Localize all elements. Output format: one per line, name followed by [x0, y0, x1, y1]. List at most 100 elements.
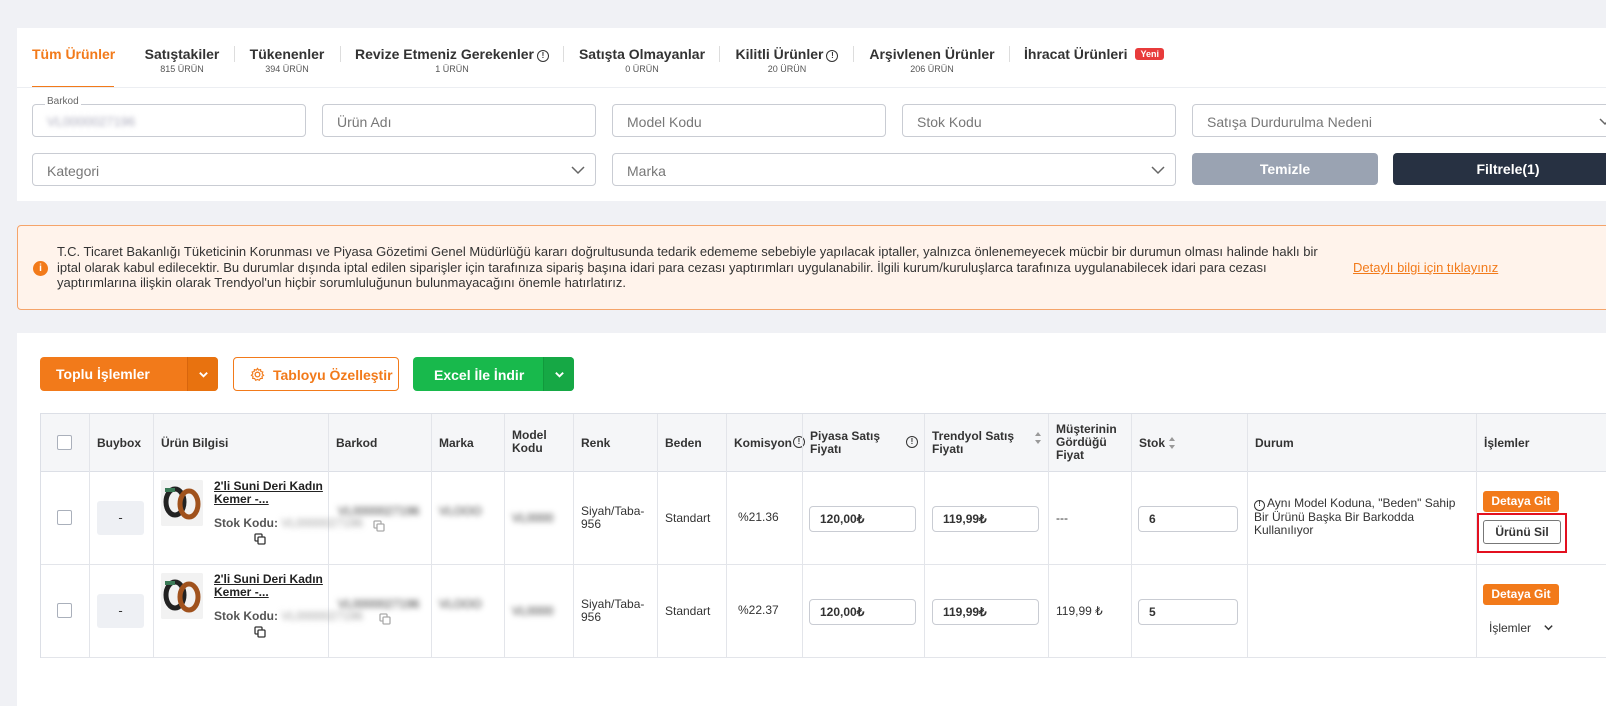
col-barcode: Barkod: [336, 436, 378, 450]
tab-locked[interactable]: Kilitli Ürünler! 20 ÜRÜN: [734, 28, 840, 88]
tab-out-of-stock[interactable]: Tükenenler 394 ÜRÜN: [247, 28, 327, 88]
col-customer-price: Müşterinin Gördüğü Fiyat: [1056, 422, 1117, 462]
details-link[interactable]: Detaylı bilgi için tıklayınız: [1353, 260, 1498, 275]
stock-input[interactable]: 6: [1138, 506, 1238, 532]
product-thumbnail[interactable]: [161, 573, 203, 619]
tab-archived[interactable]: Arşivlenen Ürünler 206 ÜRÜN: [868, 28, 996, 88]
chevron-down-icon: [1599, 118, 1606, 126]
col-actions: İşlemler: [1484, 436, 1530, 450]
gear-icon: [250, 367, 265, 382]
sort-icon[interactable]: [1034, 430, 1042, 446]
go-to-detail-button[interactable]: Detaya Git: [1483, 584, 1559, 605]
barcode-label: Barkod: [45, 96, 81, 107]
tab-label: Kilitli Ürünler: [735, 46, 824, 62]
info-icon: i: [33, 261, 48, 276]
model-code-field[interactable]: Model Kodu: [612, 104, 886, 137]
barcode-value: VL0000027196: [338, 504, 420, 518]
model-value: VL0000: [512, 511, 554, 525]
market-price-input[interactable]: 120,00₺: [809, 506, 916, 532]
select-all-checkbox[interactable]: [57, 435, 72, 450]
market-price-input[interactable]: 120,00₺: [809, 599, 916, 625]
size-value: Standart: [665, 604, 711, 618]
excel-dropdown[interactable]: [543, 357, 574, 391]
warning-banner: i T.C. Ticaret Bakanlığı Tüketicinin Kor…: [17, 225, 1606, 310]
delete-product-button[interactable]: Ürünü Sil: [1483, 520, 1561, 544]
stop-reason-select[interactable]: Satışa Durdurulma Nedeni: [1192, 104, 1606, 137]
col-brand: Marka: [439, 436, 474, 450]
product-name-link[interactable]: 2'li Suni Deri Kadın Kemer -...: [214, 573, 324, 599]
go-to-detail-button[interactable]: Detaya Git: [1483, 491, 1559, 512]
row-checkbox[interactable]: [57, 603, 72, 618]
buybox-value: -: [97, 594, 144, 628]
tab-revise[interactable]: Revize Etmeniz Gerekenler! 1 ÜRÜN: [354, 28, 550, 88]
tab-label: Tükenenler: [249, 46, 325, 62]
tab-on-sale[interactable]: Satıştakiler 815 ÜRÜN: [141, 28, 223, 88]
tab-count: 394 ÜRÜN: [265, 64, 309, 74]
col-market-price: Piyasa Satış Fiyatı: [810, 429, 881, 456]
col-size: Beden: [665, 436, 702, 450]
products-table-panel: Toplu İşlemler Tabloyu Özelleştir Excel …: [17, 333, 1606, 706]
stock-input[interactable]: 5: [1138, 599, 1238, 625]
chevron-down-icon: [199, 372, 208, 378]
color-value: Siyah/Taba-956: [581, 597, 645, 624]
table-row: - 2'li Suni Deri Kadın Kemer -... Stok K…: [41, 565, 1606, 658]
col-status: Durum: [1255, 436, 1294, 450]
product-name-field[interactable]: Ürün Adı: [322, 104, 596, 137]
row-checkbox[interactable]: [57, 510, 72, 525]
bulk-actions-dropdown[interactable]: [187, 357, 218, 391]
tab-all-products[interactable]: Tüm Ürünler: [32, 28, 115, 88]
stock-code: Stok Kodu: VL0000027196: [214, 516, 363, 530]
tab-export[interactable]: İhracat Ürünleri Yeni: [1024, 28, 1174, 88]
commission-value: %21.36: [738, 510, 779, 524]
category-select[interactable]: Kategori: [32, 153, 596, 186]
status-text: ! Aynı Model Koduna, "Beden" Sahip Bir Ür…: [1254, 496, 1456, 537]
info-icon: !: [826, 50, 839, 62]
copy-icon[interactable]: [373, 520, 385, 532]
customer-price-value: ---: [1056, 511, 1068, 525]
filter-panel: Tüm Ürünler Satıştakiler 815 ÜRÜN Tükene…: [17, 28, 1606, 201]
info-icon: !: [906, 436, 918, 448]
buybox-value: -: [97, 501, 144, 535]
chevron-down-icon: [1544, 625, 1554, 631]
copy-icon[interactable]: [254, 626, 266, 638]
tab-count: 815 ÜRÜN: [160, 64, 204, 74]
filter-button[interactable]: Filtrele(1): [1393, 153, 1606, 185]
clear-button[interactable]: Temizle: [1192, 153, 1378, 185]
product-tabs: Tüm Ürünler Satıştakiler 815 ÜRÜN Tükene…: [17, 28, 1606, 88]
trendyol-price-input[interactable]: 119,99₺: [932, 599, 1039, 625]
copy-icon[interactable]: [379, 613, 391, 625]
col-buybox: Buybox: [97, 436, 142, 450]
brand-select[interactable]: Marka: [612, 153, 1176, 186]
copy-icon[interactable]: [254, 533, 266, 545]
barcode-field[interactable]: Barkod VL0000027196: [32, 96, 306, 137]
size-value: Standart: [665, 511, 711, 525]
tab-label: Arşivlenen Ürünler: [869, 46, 995, 62]
barcode-value: VL0000027196: [47, 114, 136, 129]
stock-code-field[interactable]: Stok Kodu: [902, 104, 1176, 137]
tab-label: Revize Etmeniz Gerekenler: [355, 46, 534, 62]
tab-not-on-sale[interactable]: Satışta Olmayanlar 0 ÜRÜN: [578, 28, 706, 88]
chevron-down-icon: [555, 372, 564, 378]
brand-value: VLOOO: [439, 597, 482, 611]
info-icon: !: [536, 50, 549, 62]
sort-icon[interactable]: [1168, 435, 1176, 451]
operations-dropdown[interactable]: İşlemler: [1489, 621, 1554, 635]
col-product-info: Ürün Bilgisi: [161, 436, 229, 450]
excel-download-button[interactable]: Excel İle İndir: [413, 357, 574, 391]
tab-label: İhracat Ürünleri: [1024, 46, 1128, 62]
trendyol-price-input[interactable]: 119,99₺: [932, 506, 1039, 532]
product-name-link[interactable]: 2'li Suni Deri Kadın Kemer -...: [214, 480, 324, 506]
tab-count: 206 ÜRÜN: [910, 64, 954, 74]
table-row: - 2'li Suni Deri Kadın Kemer -... Stok K…: [41, 472, 1606, 565]
customize-table-button[interactable]: Tabloyu Özelleştir: [233, 357, 399, 391]
color-value: Siyah/Taba-956: [581, 504, 645, 531]
bulk-actions-button[interactable]: Toplu İşlemler: [40, 357, 218, 391]
product-thumbnail[interactable]: [161, 480, 203, 526]
col-model-code: Model Kodu: [512, 428, 547, 455]
new-badge: Yeni: [1135, 48, 1164, 60]
tab-label: Satıştakiler: [144, 46, 220, 62]
customer-price-value: 119,99 ₺: [1056, 604, 1103, 618]
col-stock: Stok: [1139, 436, 1166, 450]
table-header: Buybox Ürün Bilgisi Barkod Marka Model K…: [41, 414, 1606, 472]
col-commission: Komisyon: [734, 436, 793, 450]
